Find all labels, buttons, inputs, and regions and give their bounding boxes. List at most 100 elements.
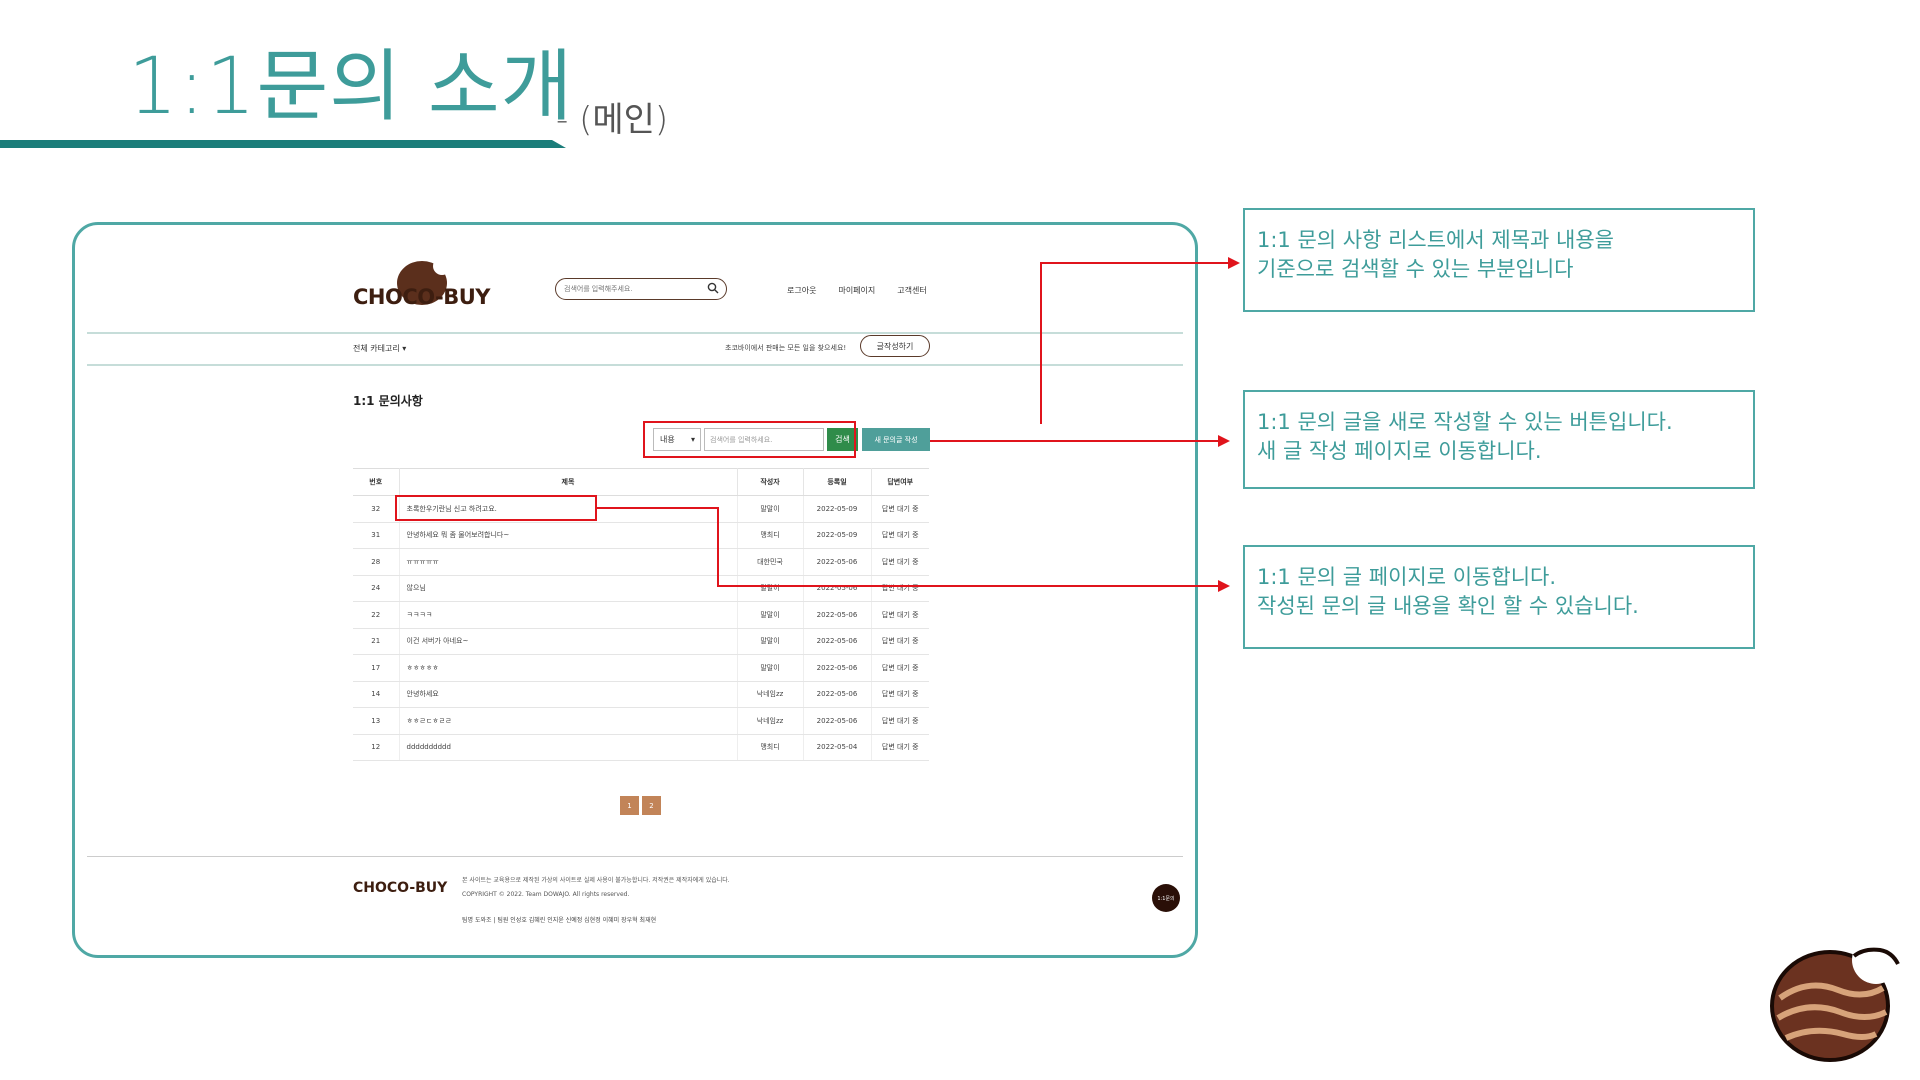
- table-row: 13 ㅎㅎㄹㄷㅎㄹㄹ 낙네임zz 2022-05-06 답변 대기 중: [353, 707, 929, 735]
- row-title-link[interactable]: 안녕하세요 뭐 좀 물어보려합니다~: [399, 522, 738, 549]
- pagination: 1 2: [620, 796, 661, 815]
- page-button-1[interactable]: 1: [620, 796, 639, 815]
- row-title-link[interactable]: ㅎㅎㄹㄷㅎㄹㄹ: [399, 707, 738, 735]
- nav-logout[interactable]: 로그아웃: [787, 285, 816, 296]
- row-author: 대한민국: [737, 548, 804, 576]
- footer-notice-text: 본 사이트는 교육용으로 제작된 가상의 사이트로 실제 사용이 불가능합니다.…: [462, 877, 730, 884]
- header-divider: [87, 332, 1183, 334]
- table-row: 31 안녕하세요 뭐 좀 물어보려합니다~ 맹최디 2022-05-09 답변 대기 중: [353, 522, 929, 549]
- table-row: 28 ㅠㅠㅠㅠㅠ 대한민국 2022-05-06 답변 대기 중: [353, 548, 929, 576]
- row-author: 낙네임zz: [737, 681, 804, 708]
- arrow-icon: [1218, 580, 1230, 592]
- row-author: 맹최디: [737, 734, 804, 761]
- callout-text: 1:1 문의 글을 새로 작성할 수 있는 버튼입니다.: [1257, 410, 1673, 434]
- callout-search: 1:1 문의 사항 리스트에서 제목과 내용을 기준으로 검색할 수 있는 부분…: [1243, 208, 1755, 312]
- row-highlight-box: [395, 495, 597, 521]
- row-title-link[interactable]: ㅋㅋㅋㅋ: [399, 601, 738, 629]
- arrow-icon: [1218, 435, 1230, 447]
- row-title-link[interactable]: 않으님: [399, 575, 738, 602]
- screenshot-frame: CHOCO-BUY 로그아웃 마이페이지 고객센터 전체 카테고리 ▾ 초코바이…: [72, 222, 1198, 958]
- row-no: 13: [353, 707, 400, 735]
- connector-line: [717, 585, 1220, 587]
- row-no: 14: [353, 681, 400, 708]
- row-title-link[interactable]: ㅠㅠㅠㅠㅠ: [399, 548, 738, 576]
- slide-subtitle: - (메인): [556, 100, 669, 140]
- search-highlight-box: [643, 421, 856, 458]
- footer-team: 팀명 도와조 | 팀원 인성호 김혜린 인지윤 신예정 심현정 이혜미 장우혁 …: [462, 917, 657, 924]
- row-date: 2022-05-06: [803, 707, 872, 735]
- connector-line: [1040, 262, 1230, 264]
- footer-notice: 본 사이트는 교육용으로 제작된 가상의 사이트로 실제 사용이 불가능합니다.…: [462, 874, 730, 902]
- row-no: 17: [353, 654, 400, 682]
- row-date: 2022-05-04: [803, 734, 872, 761]
- new-inquiry-button[interactable]: 새 문의글 작성: [862, 428, 930, 451]
- row-status: 답변 대기 중: [871, 575, 929, 602]
- site-nav: 로그아웃 마이페이지 고객센터: [787, 285, 927, 296]
- row-status: 답변 대기 중: [871, 495, 929, 523]
- row-title-link[interactable]: 안녕하세요: [399, 681, 738, 708]
- row-author: 말말이: [737, 628, 804, 655]
- connector-line: [930, 440, 1220, 442]
- arrow-icon: [1228, 257, 1240, 269]
- row-author: 말말이: [737, 495, 804, 523]
- site-search-input[interactable]: [564, 282, 699, 296]
- callout-text: 새 글 작성 페이지로 이동합니다.: [1257, 439, 1542, 463]
- footer-copyright: COPYRIGHT © 2022. Team DOWAJO. All right…: [462, 891, 630, 898]
- write-post-button[interactable]: 글작성하기: [860, 335, 930, 357]
- row-no: 28: [353, 548, 400, 576]
- row-status: 답변 대기 중: [871, 522, 929, 549]
- subnav-divider: [87, 364, 1183, 366]
- slide-title: 1:1문의 소개: [128, 42, 574, 132]
- search-icon[interactable]: [707, 282, 719, 294]
- callout-text: 기준으로 검색할 수 있는 부분입니다: [1257, 257, 1574, 281]
- row-no: 12: [353, 734, 400, 761]
- title-underline: [0, 140, 566, 148]
- connector-line: [717, 507, 719, 587]
- header-date: 등록일: [803, 468, 872, 496]
- page-title: 1:1 문의사항: [353, 394, 423, 408]
- site-logo-text: CHOCO-BUY: [353, 285, 490, 309]
- callout-text: 작성된 문의 글 내용을 확인 할 수 있습니다.: [1257, 594, 1639, 618]
- row-date: 2022-05-09: [803, 522, 872, 549]
- callout-text: 1:1 문의 사항 리스트에서 제목과 내용을: [1257, 228, 1614, 252]
- header-author: 작성자: [737, 468, 804, 496]
- category-dropdown[interactable]: 전체 카테고리 ▾: [353, 343, 406, 354]
- row-author: 말말이: [737, 654, 804, 682]
- row-title-link[interactable]: ㅎㅎㅎㅎㅎ: [399, 654, 738, 682]
- row-author: 낙네임zz: [737, 707, 804, 735]
- site-logo[interactable]: CHOCO-BUY: [353, 257, 495, 317]
- table-row: 17 ㅎㅎㅎㅎㅎ 말말이 2022-05-06 답변 대기 중: [353, 654, 929, 682]
- row-status: 답변 대기 중: [871, 734, 929, 761]
- row-author: 맹최디: [737, 522, 804, 549]
- row-title-link[interactable]: dddddddddd: [399, 734, 738, 761]
- table-row: 14 안녕하세요 낙네임zz 2022-05-06 답변 대기 중: [353, 681, 929, 708]
- nav-customer-center[interactable]: 고객센터: [897, 285, 926, 296]
- footer-divider: [87, 856, 1183, 857]
- row-title-link[interactable]: 이건 서버가 아네요~: [399, 628, 738, 655]
- table-row: 22 ㅋㅋㅋㅋ 말말이 2022-05-06 답변 대기 중: [353, 601, 929, 629]
- row-author: 말말이: [737, 575, 804, 602]
- row-date: 2022-05-06: [803, 654, 872, 682]
- row-no: 22: [353, 601, 400, 629]
- nav-mypage[interactable]: 마이페이지: [838, 285, 875, 296]
- page-button-2[interactable]: 2: [642, 796, 661, 815]
- row-status: 답변 대기 중: [871, 548, 929, 576]
- connector-line: [597, 507, 719, 509]
- row-status: 답변 대기 중: [871, 654, 929, 682]
- promo-text: 초코바이에서 판매는 모든 일을 찾으세요!: [725, 344, 847, 352]
- row-no: 32: [353, 495, 400, 523]
- row-author: 말말이: [737, 601, 804, 629]
- header-no: 번호: [353, 468, 400, 496]
- callout-new-inquiry: 1:1 문의 글을 새로 작성할 수 있는 버튼입니다. 새 글 작성 페이지로…: [1243, 390, 1755, 489]
- header-answer-status: 답변여부: [871, 468, 929, 496]
- row-date: 2022-05-06: [803, 548, 872, 576]
- table-row: 21 이건 서버가 아네요~ 말말이 2022-05-06 답변 대기 중: [353, 628, 929, 655]
- header-title: 제목: [399, 468, 738, 496]
- row-date: 2022-05-06: [803, 575, 872, 602]
- inquiry-floating-button[interactable]: 1:1문의: [1152, 884, 1180, 912]
- site-search-bar: [555, 278, 727, 300]
- row-status: 답변 대기 중: [871, 707, 929, 735]
- row-no: 21: [353, 628, 400, 655]
- cookie-logo-icon: [1770, 938, 1900, 1062]
- row-status: 답변 대기 중: [871, 601, 929, 629]
